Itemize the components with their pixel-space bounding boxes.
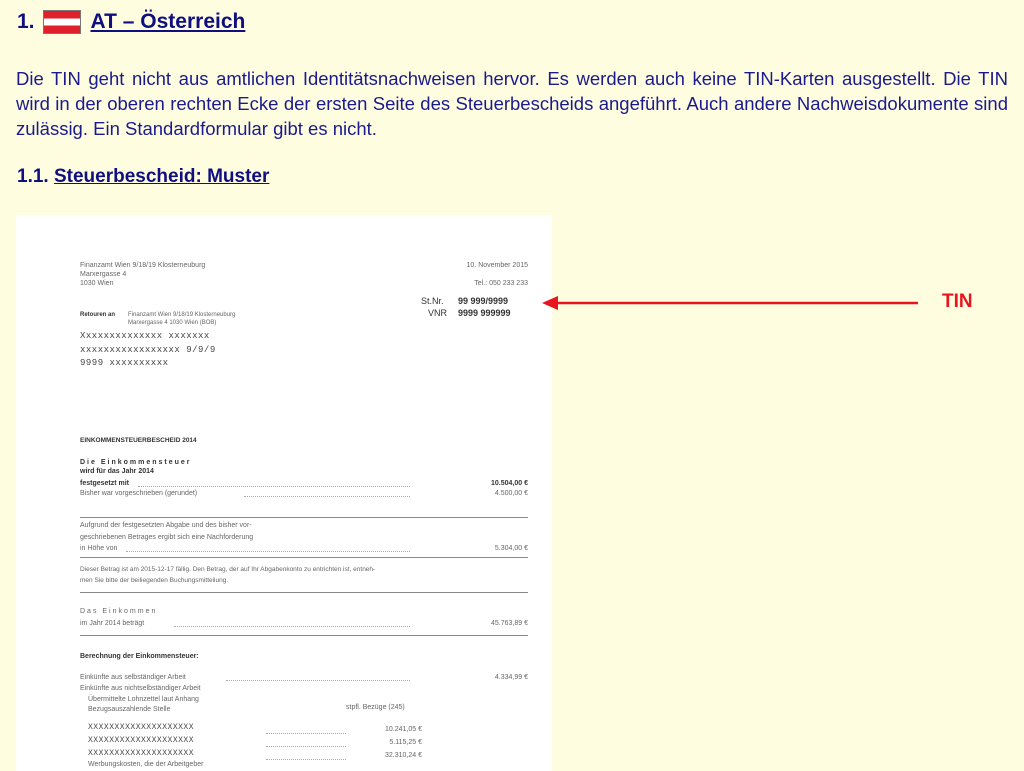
- section-title-link[interactable]: AT – Österreich: [91, 10, 246, 34]
- section-heading: 1. AT – Österreich: [17, 10, 245, 34]
- leader-dots: [266, 746, 346, 747]
- leader-dots: [174, 626, 410, 627]
- calculation-amount-1: 4.334,99 €: [494, 674, 528, 681]
- divider: [80, 635, 528, 636]
- office-line-1: Finanzamt Wien 9/18/19 Klosterneuburg: [80, 262, 206, 269]
- tax-assessment-sample-document: Finanzamt Wien 9/18/19 Klosterneuburg Ma…: [16, 215, 552, 771]
- tax-line-2: wird für das Jahr 2014: [80, 468, 154, 475]
- due-line-1: Dieser Betrag ist am 2015-12-17 fällig. …: [80, 566, 376, 573]
- calculation-line-2: Einkünfte aus nichtselbständiger Arbeit: [80, 685, 201, 692]
- income-source-row-1-name: XXXXXXXXXXXXXXXXXXXX: [88, 723, 195, 732]
- stnr-label: St.Nr.: [421, 296, 444, 306]
- office-line-2: Marxergasse 4: [80, 271, 127, 278]
- income-source-row-3-amount: 32.310,24 €: [385, 752, 422, 759]
- subsection-heading: 1.1. Steuerbescheid: Muster: [17, 166, 269, 188]
- due-line-2: men Sie bitte der beiliegenden Buchungsm…: [80, 577, 229, 584]
- calculation-column-label: stpfl. Bezüge (245): [346, 704, 405, 711]
- leader-dots: [138, 486, 410, 487]
- leader-dots: [126, 551, 410, 552]
- office-phone: Tel.: 050 233 233: [474, 280, 528, 287]
- return-label: Retouren an: [80, 312, 116, 318]
- addressee-line-3: 9999 xxxxxxxxxx: [80, 358, 169, 368]
- intro-paragraph: Die TIN geht nicht aus amtlichen Identit…: [16, 68, 1008, 139]
- vnr-value: 9999 999999: [458, 308, 511, 318]
- divider: [80, 557, 528, 558]
- income-amount: 45.763,89 €: [491, 620, 528, 627]
- arrow-head-icon: [542, 296, 558, 310]
- section-number: 1.: [17, 10, 35, 33]
- footer-line: Werbungskosten, die der Arbeitgeber: [88, 761, 204, 768]
- income-line-2: im Jahr 2014 beträgt: [80, 620, 145, 627]
- basis-line-2: geschriebenen Betrages ergibt sich eine …: [80, 534, 254, 541]
- tin-annotation-label: TIN: [942, 291, 973, 312]
- income-source-row-2-amount: 5.115,25 €: [389, 739, 422, 746]
- divider: [80, 592, 528, 593]
- leader-dots: [244, 496, 410, 497]
- austria-flag-icon: [42, 10, 81, 34]
- leader-dots: [266, 759, 346, 760]
- previous-label: Bisher war vorgeschrieben (gerundet): [80, 490, 198, 497]
- leader-dots: [266, 733, 346, 734]
- subsection-number: 1.1.: [17, 166, 49, 187]
- tin-pointer-arrow: [542, 296, 918, 310]
- tax-line-1: Die Einkommensteuer: [80, 459, 192, 466]
- leader-dots: [226, 680, 410, 681]
- calculation-title: Berechnung der Einkommensteuer:: [80, 653, 199, 660]
- document-title: EINKOMMENSTEUERBESCHEID 2014: [80, 437, 197, 444]
- divider: [80, 517, 528, 518]
- calculation-line-1: Einkünfte aus selbständiger Arbeit: [80, 674, 186, 681]
- basis-amount: 5.304,00 €: [494, 545, 528, 552]
- basis-line-3: in Höhe von: [80, 545, 118, 552]
- income-line-1: Das Einkommen: [80, 608, 158, 615]
- calculation-line-3: Übermittelte Lohnzettel laut Anhang: [88, 696, 199, 703]
- addressee-line-2: xxxxxxxxxxxxxxxxx 9/9/9: [80, 345, 216, 355]
- office-line-3: 1030 Wien: [80, 280, 114, 287]
- document-date: 10. November 2015: [466, 262, 528, 269]
- tax-amount: 10.504,00 €: [491, 480, 528, 487]
- vnr-label: VNR: [428, 308, 448, 318]
- tax-line-3: festgesetzt mit: [80, 480, 130, 487]
- addressee-line-1: Xxxxxxxxxxxxxx xxxxxxx: [80, 331, 210, 341]
- subsection-title-link[interactable]: Steuerbescheid: Muster: [54, 166, 269, 187]
- stnr-value: 99 999/9999: [458, 296, 509, 306]
- basis-line-1: Aufgrund der festgesetzten Abgabe und de…: [80, 522, 252, 529]
- income-source-row-3-name: XXXXXXXXXXXXXXXXXXXX: [88, 749, 195, 758]
- return-line-2: Marxergasse 4 1030 Wien (BOB): [128, 320, 217, 326]
- income-source-row-1-amount: 10.241,05 €: [385, 726, 422, 733]
- previous-amount: 4.500,00 €: [494, 490, 528, 497]
- income-source-row-2-name: XXXXXXXXXXXXXXXXXXXX: [88, 736, 195, 745]
- calculation-line-4: Bezugsauszahlende Stelle: [88, 706, 171, 713]
